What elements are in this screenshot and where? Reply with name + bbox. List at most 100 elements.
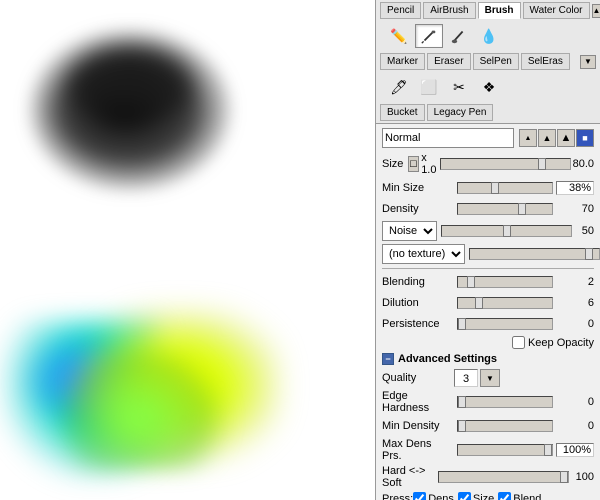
tool-icon-row-2: 🖊 ⬜ ✂ ❖ [376,72,600,102]
blend-icon-swatch[interactable]: ■ [576,129,594,147]
tab-eraser[interactable]: Eraser [427,53,470,70]
texture-row: (no texture) 95 [382,244,594,264]
airbrush-icon[interactable] [415,24,443,48]
persistence-row: Persistence 0 [382,315,594,333]
dilution-label: Dilution [382,297,454,309]
hard-soft-row: Hard <-> Soft 100 [382,465,594,489]
size-value: 80.0 [571,158,594,170]
min-size-row: Min Size 38% [382,179,594,197]
tool-tabs: Pencil AirBrush Brush Water Color ▲ ✏️ [376,0,600,124]
eraser-icon[interactable]: ⬜ [415,75,443,99]
right-panel: Pencil AirBrush Brush Water Color ▲ ✏️ [375,0,600,500]
keep-opacity-label[interactable]: Keep Opacity [512,336,594,349]
tab-scroll-up[interactable]: ▲ [592,4,600,18]
min-density-row: Min Density 0 [382,417,594,435]
canvas-area[interactable] [0,0,375,500]
noise-select[interactable]: Noise [382,221,437,241]
blend-icon-triangle-sm[interactable]: ▲ [519,129,537,147]
size-row: Size ☐ x 1.0 80.0 [382,152,594,176]
tab-marker[interactable]: Marker [380,53,425,70]
blend-icon-group: ▲ ▲ ▲ ■ [518,129,594,147]
press-size-checkbox[interactable] [458,492,471,500]
min-density-value: 0 [556,420,594,432]
quality-dropdown-btn[interactable]: ▼ [480,369,500,387]
blending-slider-wrap [457,276,553,288]
blend-mode-select[interactable]: Normal Multiply Screen Overlay [382,128,514,148]
advanced-label: Advanced Settings [398,353,497,365]
hard-soft-slider[interactable] [438,471,569,483]
tab-brush[interactable]: Brush [478,2,521,19]
max-dens-prs-slider[interactable] [457,444,553,456]
blend-icon-triangle-md[interactable]: ▲ [538,129,556,147]
density-label: Density [382,203,454,215]
dilution-slider-wrap [457,297,553,309]
advanced-toggle-btn[interactable]: − [382,353,394,365]
blending-value: 2 [556,276,594,288]
press-blend-label[interactable]: Blend [498,492,541,500]
tab-selpen[interactable]: SelPen [473,53,519,70]
blend-icon-triangle-lg[interactable]: ▲ [557,129,575,147]
hard-soft-value: 100 [572,471,594,483]
persistence-label: Persistence [382,318,454,330]
persistence-slider[interactable] [457,318,553,330]
texture-slider[interactable] [469,248,600,260]
quality-value: 3 [454,369,478,387]
divider-1 [382,268,594,269]
noise-value: 50 [576,225,594,237]
tab-airbrush[interactable]: AirBrush [423,2,475,19]
density-slider-wrap [457,203,553,215]
keep-opacity-checkbox[interactable] [512,336,525,349]
pencil-icon[interactable]: ✏️ [385,24,413,48]
max-dens-prs-row: Max Dens Prs. 100% [382,438,594,462]
density-value: 70 [556,203,594,215]
quality-row: Quality 3 ▼ [382,369,594,387]
dilution-row: Dilution 6 [382,294,594,312]
edge-hardness-row: Edge Hardness 0 [382,390,594,414]
min-size-slider-wrap [457,182,553,194]
hard-soft-label: Hard <-> Soft [382,465,435,489]
blending-slider[interactable] [457,276,553,288]
tab-watercolor[interactable]: Water Color [523,2,590,19]
controls: Normal Multiply Screen Overlay ▲ ▲ ▲ ■ S… [376,124,600,500]
min-size-slider[interactable] [457,182,553,194]
keep-opacity-row: Keep Opacity [382,336,594,349]
dilution-value: 6 [556,297,594,309]
density-slider[interactable] [457,203,553,215]
max-dens-prs-label: Max Dens Prs. [382,438,454,462]
marker-icon[interactable]: 🖊 [385,75,413,99]
texture-select[interactable]: (no texture) [382,244,465,264]
size-multiplier: x 1.0 [421,152,436,176]
dilution-slider[interactable] [457,297,553,309]
brush-icon[interactable] [445,24,473,48]
tab-pencil[interactable]: Pencil [380,2,421,19]
edge-hardness-slider[interactable] [457,396,553,408]
max-dens-prs-slider-wrap [457,444,553,456]
selpen-icon[interactable]: ✂ [445,75,473,99]
press-dens-label[interactable]: Dens [413,492,454,500]
blend-mode-row: Normal Multiply Screen Overlay ▲ ▲ ▲ ■ [382,128,594,148]
tab-bucket[interactable]: Bucket [380,104,425,121]
tool-icon-row-1: ✏️ 💧 [376,21,600,51]
edge-hardness-slider-wrap [457,396,553,408]
size-slider[interactable] [440,158,571,170]
tab-row-2: Marker Eraser SelPen SelEras ▼ [376,51,600,72]
press-label: Press: [382,493,413,500]
noise-slider[interactable] [441,225,572,237]
tab-seleras[interactable]: SelEras [521,53,570,70]
press-blend-checkbox[interactable] [498,492,511,500]
min-density-label: Min Density [382,420,454,432]
noise-row: Noise 50 [382,221,594,241]
seleras-icon[interactable]: ❖ [475,75,503,99]
watercolor-icon[interactable]: 💧 [475,24,503,48]
min-size-value: 38% [556,181,594,195]
tab-legacypen[interactable]: Legacy Pen [427,104,494,121]
press-size-label[interactable]: Size [458,492,494,500]
min-size-label: Min Size [382,182,454,194]
min-density-slider[interactable] [457,420,553,432]
size-lock-btn[interactable]: ☐ [408,156,419,172]
brush-stroke-black [30,30,230,190]
blending-label: Blending [382,276,454,288]
density-row: Density 70 [382,200,594,218]
press-dens-checkbox[interactable] [413,492,426,500]
tab-scroll-down[interactable]: ▼ [580,55,596,69]
